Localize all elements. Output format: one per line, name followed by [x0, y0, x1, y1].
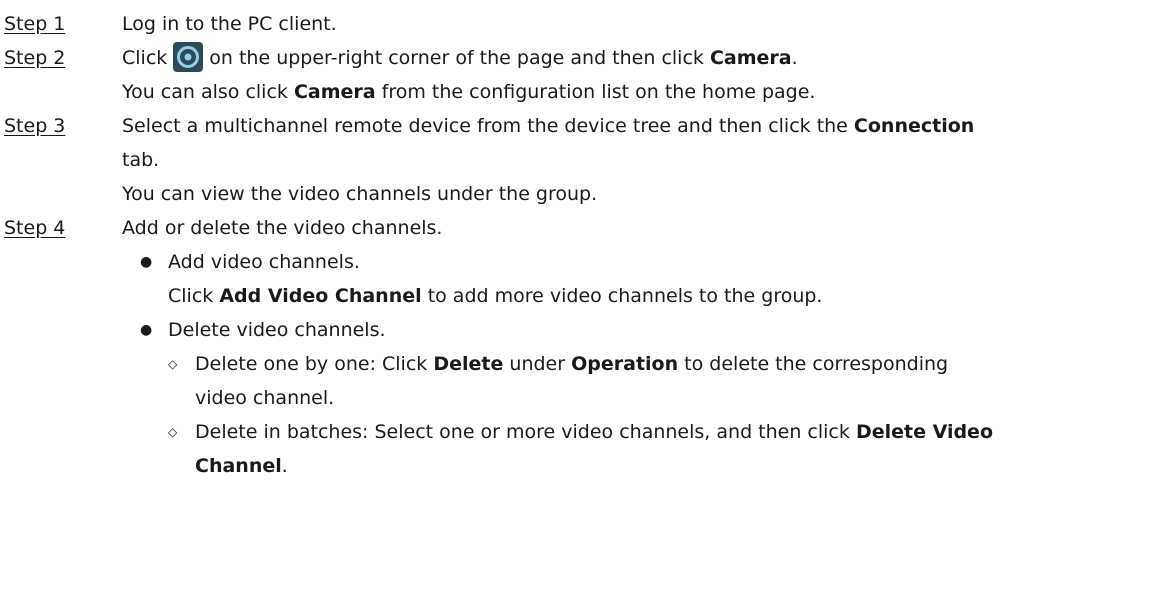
step-2-label: Step 2	[4, 47, 66, 69]
step-2: Step 2 Click on the upper-right corner of…	[0, 41, 1167, 76]
step-2-period: .	[791, 47, 798, 69]
bullet-add-bold: Add Video Channel	[219, 285, 422, 307]
step-3-label: Step 3	[4, 115, 66, 137]
step-2-text: Click on the upper-right corner of the pa…	[122, 41, 798, 74]
step-2-note-bold: Camera	[293, 81, 376, 103]
diamond-icon: ◇	[168, 425, 178, 439]
step-3-text: Select a multichannel remote device from…	[122, 115, 848, 137]
delete-one-pre: Delete one by one: Click	[195, 353, 428, 375]
step-3-bold-connection: Connection	[853, 115, 975, 137]
delete-one-bold-delete: Delete	[433, 353, 504, 375]
bullet-icon: ●	[140, 322, 153, 338]
delete-one-mid: under	[509, 353, 566, 375]
bullet-icon: ●	[140, 254, 153, 270]
bullet-add: ● Add video channels.	[0, 246, 1167, 280]
step-3-note: You can view the video channels under th…	[0, 178, 1167, 212]
delete-one-post: to delete the corresponding	[684, 353, 949, 375]
sub-delete-one-cont: video channel.	[0, 382, 1167, 416]
step-4: Step 4 Add or delete the video channels.	[0, 212, 1167, 246]
diamond-icon: ◇	[168, 357, 178, 371]
gear-settings-icon	[173, 41, 204, 72]
step-2-after-icon: on the upper-right corner of the page an…	[209, 47, 704, 69]
step-1: Step 1 Log in to the PC client.	[0, 8, 1167, 42]
step-3-cont-text: tab.	[122, 149, 160, 171]
step-1-text: Log in to the PC client.	[122, 13, 337, 35]
delete-batch-bold: Delete Video	[855, 421, 994, 443]
delete-one-cont: video channel.	[195, 387, 335, 409]
step-2-click-word: Click	[122, 47, 168, 69]
bullet-add-post: to add more video channels to the group.	[427, 285, 823, 307]
sub-delete-one: ◇ Delete one by one: Click Delete under …	[0, 348, 1167, 382]
delete-batch-end: .	[281, 455, 288, 477]
delete-batch-cont-bold: Channel	[195, 455, 282, 477]
delete-batch-pre: Delete in batches: Select one or more vi…	[195, 421, 850, 443]
step-3-note-text: You can view the video channels under th…	[122, 183, 598, 205]
procedure: Step 1 Log in to the PC client. Step 2 C…	[0, 8, 1167, 484]
step-3-cont: tab.	[0, 144, 1167, 178]
sub-delete-batch: ◇ Delete in batches: Select one or more …	[0, 416, 1167, 450]
bullet-add-detail: Click Add Video Channel to add more vide…	[0, 280, 1167, 314]
step-2-note-post: from the configuration list on the home …	[381, 81, 816, 103]
bullet-delete: ● Delete video channels.	[0, 314, 1167, 348]
sub-delete-batch-cont: Channel.	[0, 450, 1167, 484]
bullet-add-pre: Click	[168, 285, 214, 307]
step-2-bold-camera: Camera	[709, 47, 792, 69]
step-4-label: Step 4	[4, 217, 66, 239]
bullet-delete-text: Delete video channels.	[168, 319, 386, 341]
bullet-add-text: Add video channels.	[168, 251, 360, 273]
step-1-label: Step 1	[4, 13, 66, 35]
delete-one-bold-operation: Operation	[571, 353, 679, 375]
step-4-text: Add or delete the video channels.	[122, 217, 443, 239]
step-2-note-pre: You can also click	[122, 81, 288, 103]
step-2-note: You can also click Camera from the confi…	[0, 76, 1167, 110]
step-3: Step 3 Select a multichannel remote devi…	[0, 110, 1167, 144]
